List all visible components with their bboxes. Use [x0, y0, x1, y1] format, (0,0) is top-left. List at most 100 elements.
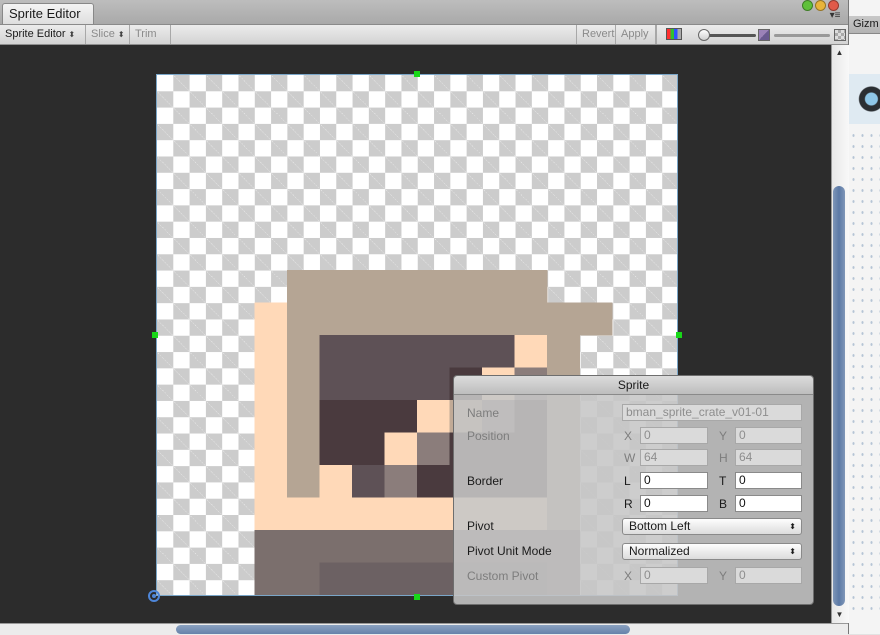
resize-handle-bottom[interactable]	[414, 594, 420, 600]
sprite-pixel	[417, 465, 451, 499]
height-field[interactable]: 64	[735, 449, 802, 466]
sprite-pixel	[254, 367, 288, 401]
zoom-window-button[interactable]	[802, 0, 813, 11]
b-label: B	[719, 497, 728, 511]
sprite-pixel	[287, 302, 321, 336]
width-field[interactable]: 64	[640, 449, 708, 466]
apply-button[interactable]: Apply	[616, 25, 656, 44]
sprite-pixel	[319, 562, 353, 595]
sprite-pixel	[287, 270, 321, 304]
sprite-pixel	[254, 335, 288, 369]
position-x-field[interactable]: 0	[640, 427, 708, 444]
sprite-pixel	[254, 497, 288, 531]
slice-dropdown[interactable]: Slice ⬍	[86, 25, 130, 44]
trim-button[interactable]: Trim	[130, 25, 171, 44]
h-label: H	[719, 451, 728, 465]
minimize-window-button[interactable]	[815, 0, 826, 11]
sprite-pixel	[579, 302, 613, 336]
panel-title: Sprite	[454, 376, 813, 395]
sprite-pixel	[319, 335, 353, 369]
pivot-unit-mode-dropdown[interactable]: Normalized ⬍	[622, 543, 802, 560]
sprite-pixel	[482, 335, 516, 369]
scroll-up-arrow-icon[interactable]: ▲	[831, 48, 848, 57]
custom-pivot-x-label: X	[624, 569, 633, 583]
sprite-pixel	[254, 400, 288, 434]
zoom-slider-handle[interactable]	[698, 29, 710, 41]
window-tab-strip	[0, 0, 848, 25]
sprite-pixel	[449, 335, 483, 369]
custom-pivot-y-label: Y	[719, 569, 728, 583]
sprite-pixel	[287, 335, 321, 369]
sprite-pixel	[352, 367, 386, 401]
sprite-pixel	[352, 270, 386, 304]
editor-mode-dropdown[interactable]: Sprite Editor ⬍	[0, 25, 86, 44]
mip-low-icon	[758, 29, 770, 41]
panel-texture	[849, 130, 880, 610]
sprite-pixel	[547, 302, 581, 336]
sprite-pixel	[254, 432, 288, 466]
sprite-pixel	[287, 497, 321, 531]
sprite-pixel	[352, 465, 386, 499]
pivot-unit-mode-label: Pivot Unit Mode	[467, 544, 552, 558]
custom-pivot-label: Custom Pivot	[467, 569, 539, 583]
border-left-field[interactable]: 0	[640, 472, 708, 489]
right-side-panel: Gizm	[848, 0, 880, 634]
sprite-pixel	[352, 400, 386, 434]
sprite-pixel	[319, 497, 353, 531]
sprite-pixel	[384, 335, 418, 369]
pivot-center-dot	[152, 594, 156, 598]
sprite-pixel	[287, 367, 321, 401]
panel-menu-icon[interactable]: ▾≡	[828, 11, 842, 22]
border-top-field[interactable]: 0	[735, 472, 802, 489]
sprite-pixel	[384, 302, 418, 336]
sprite-pixel	[417, 335, 451, 369]
resize-handle-left[interactable]	[152, 332, 158, 338]
sprite-pixel	[384, 270, 418, 304]
mip-slider-track[interactable]	[774, 34, 830, 37]
x-label: X	[624, 429, 633, 443]
sprite-pixel	[384, 562, 418, 595]
border-bottom-field[interactable]: 0	[735, 495, 802, 512]
custom-pivot-x-field[interactable]: 0	[640, 567, 708, 584]
resize-handle-top[interactable]	[414, 71, 420, 77]
name-field[interactable]: bman_sprite_crate_v01-01	[622, 404, 802, 421]
sprite-pixel	[514, 335, 548, 369]
updown-arrow-icon: ⬍	[789, 547, 796, 556]
sprite-pixel	[417, 302, 451, 336]
sprite-pixel	[287, 432, 321, 466]
pivot-label: Pivot	[467, 519, 494, 533]
zoom-slider-track[interactable]	[704, 34, 756, 37]
position-y-field[interactable]: 0	[735, 427, 802, 444]
revert-button[interactable]: Revert	[576, 25, 616, 44]
custom-pivot-y-field[interactable]: 0	[735, 567, 802, 584]
sprite-properties-panel: Sprite Name bman_sprite_crate_v01-01 Pos…	[453, 375, 814, 605]
updown-arrow-icon: ⬍	[68, 30, 76, 39]
sprite-pixel	[417, 400, 451, 434]
scroll-down-arrow-icon[interactable]: ▼	[831, 610, 848, 619]
border-right-field[interactable]: 0	[640, 495, 708, 512]
sprite-pixel	[449, 302, 483, 336]
sprite-pixel	[287, 562, 321, 595]
sprite-pixel	[319, 302, 353, 336]
tab-sprite-editor[interactable]: Sprite Editor	[2, 3, 94, 24]
vertical-scroll-thumb[interactable]	[833, 186, 845, 606]
sprite-pixel	[319, 530, 353, 564]
mip-high-icon	[834, 29, 846, 41]
resize-handle-right[interactable]	[676, 332, 682, 338]
sprite-pixel	[482, 302, 516, 336]
sprite-pixel	[254, 562, 288, 595]
pivot-dropdown[interactable]: Bottom Left ⬍	[622, 518, 802, 535]
updown-arrow-icon: ⬍	[117, 30, 125, 39]
sprite-pixel	[319, 367, 353, 401]
horizontal-scroll-thumb[interactable]	[176, 625, 630, 634]
position-label: Position	[467, 429, 510, 443]
scene-thumbnail	[849, 74, 880, 124]
sprite-pixel	[547, 335, 581, 369]
sprite-pixel	[352, 497, 386, 531]
sprite-pixel	[352, 562, 386, 595]
rgb-channel-icon[interactable]	[666, 28, 682, 40]
r-label: R	[624, 497, 633, 511]
tab-gizmos[interactable]: Gizm	[849, 16, 880, 34]
sprite-pixel	[417, 562, 451, 595]
sprite-pixel	[417, 367, 451, 401]
